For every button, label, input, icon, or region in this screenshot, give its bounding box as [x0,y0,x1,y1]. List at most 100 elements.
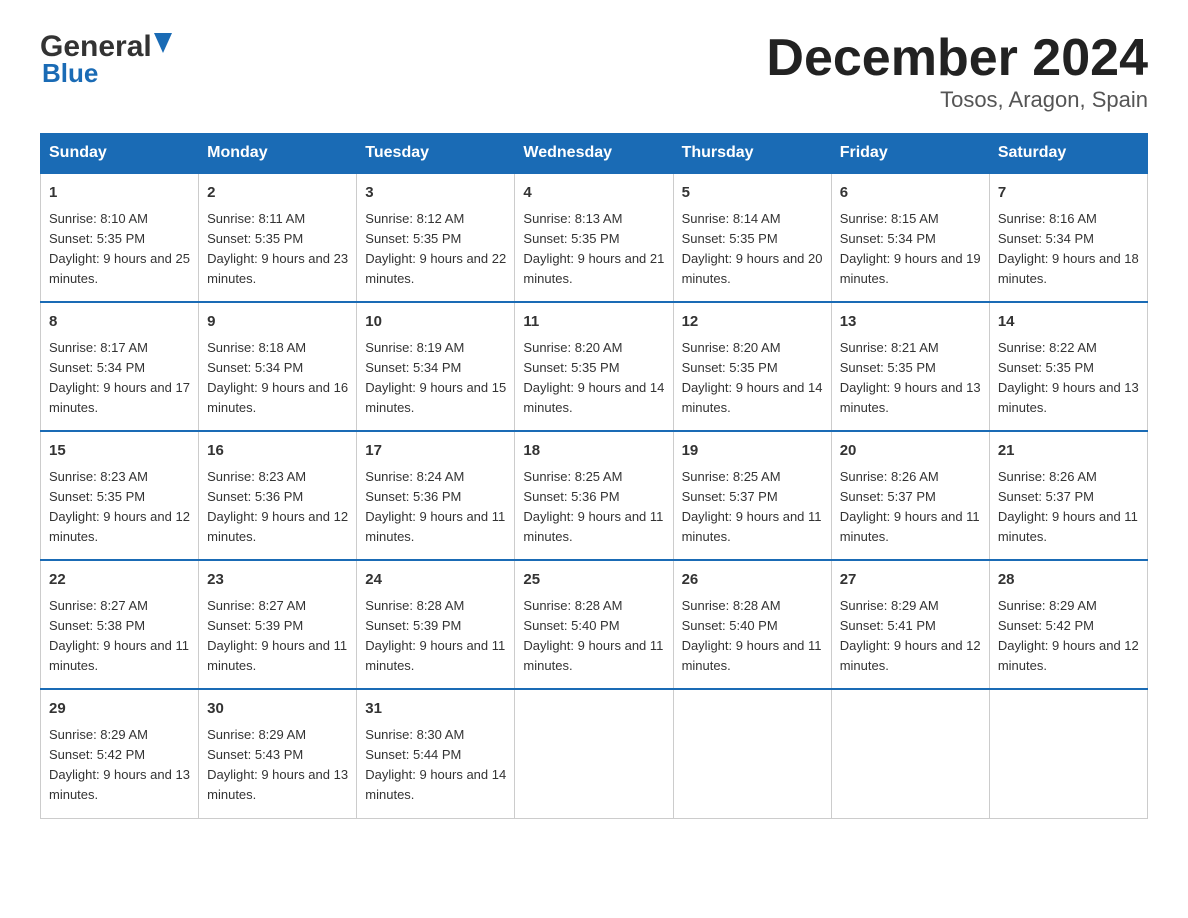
table-row: 23 Sunrise: 8:27 AMSunset: 5:39 PMDaylig… [199,560,357,689]
day-info: Sunrise: 8:23 AMSunset: 5:35 PMDaylight:… [49,469,190,544]
day-number: 13 [840,311,981,334]
table-row: 17 Sunrise: 8:24 AMSunset: 5:36 PMDaylig… [357,431,515,560]
table-row: 18 Sunrise: 8:25 AMSunset: 5:36 PMDaylig… [515,431,673,560]
table-row: 11 Sunrise: 8:20 AMSunset: 5:35 PMDaylig… [515,302,673,431]
day-info: Sunrise: 8:18 AMSunset: 5:34 PMDaylight:… [207,340,348,415]
day-info: Sunrise: 8:21 AMSunset: 5:35 PMDaylight:… [840,340,981,415]
title-block: December 2024 Tosos, Aragon, Spain [766,30,1148,113]
table-row: 24 Sunrise: 8:28 AMSunset: 5:39 PMDaylig… [357,560,515,689]
table-row: 12 Sunrise: 8:20 AMSunset: 5:35 PMDaylig… [673,302,831,431]
day-info: Sunrise: 8:27 AMSunset: 5:38 PMDaylight:… [49,598,189,673]
day-number: 25 [523,569,664,592]
day-info: Sunrise: 8:25 AMSunset: 5:37 PMDaylight:… [682,469,822,544]
header-friday: Friday [831,134,989,174]
table-row: 6 Sunrise: 8:15 AMSunset: 5:34 PMDayligh… [831,173,989,302]
header-thursday: Thursday [673,134,831,174]
calendar-title: December 2024 [766,30,1148,87]
day-number: 6 [840,182,981,205]
day-number: 10 [365,311,506,334]
table-row: 3 Sunrise: 8:12 AMSunset: 5:35 PMDayligh… [357,173,515,302]
day-info: Sunrise: 8:22 AMSunset: 5:35 PMDaylight:… [998,340,1139,415]
calendar-table: Sunday Monday Tuesday Wednesday Thursday… [40,133,1148,818]
day-number: 28 [998,569,1139,592]
day-number: 20 [840,440,981,463]
day-number: 24 [365,569,506,592]
day-number: 27 [840,569,981,592]
day-info: Sunrise: 8:24 AMSunset: 5:36 PMDaylight:… [365,469,505,544]
day-number: 29 [49,698,190,721]
day-info: Sunrise: 8:30 AMSunset: 5:44 PMDaylight:… [365,727,506,802]
day-number: 23 [207,569,348,592]
table-row: 2 Sunrise: 8:11 AMSunset: 5:35 PMDayligh… [199,173,357,302]
table-row: 10 Sunrise: 8:19 AMSunset: 5:34 PMDaylig… [357,302,515,431]
calendar-week-row: 1 Sunrise: 8:10 AMSunset: 5:35 PMDayligh… [41,173,1148,302]
table-row: 25 Sunrise: 8:28 AMSunset: 5:40 PMDaylig… [515,560,673,689]
day-number: 12 [682,311,823,334]
day-number: 2 [207,182,348,205]
calendar-week-row: 29 Sunrise: 8:29 AMSunset: 5:42 PMDaylig… [41,689,1148,818]
day-info: Sunrise: 8:28 AMSunset: 5:40 PMDaylight:… [682,598,822,673]
table-row [515,689,673,818]
table-row: 29 Sunrise: 8:29 AMSunset: 5:42 PMDaylig… [41,689,199,818]
table-row: 1 Sunrise: 8:10 AMSunset: 5:35 PMDayligh… [41,173,199,302]
table-row: 9 Sunrise: 8:18 AMSunset: 5:34 PMDayligh… [199,302,357,431]
day-number: 14 [998,311,1139,334]
table-row: 7 Sunrise: 8:16 AMSunset: 5:34 PMDayligh… [989,173,1147,302]
day-info: Sunrise: 8:28 AMSunset: 5:39 PMDaylight:… [365,598,505,673]
day-number: 11 [523,311,664,334]
day-info: Sunrise: 8:14 AMSunset: 5:35 PMDaylight:… [682,211,823,286]
table-row: 26 Sunrise: 8:28 AMSunset: 5:40 PMDaylig… [673,560,831,689]
table-row: 19 Sunrise: 8:25 AMSunset: 5:37 PMDaylig… [673,431,831,560]
logo-triangle-icon [154,33,172,58]
day-info: Sunrise: 8:29 AMSunset: 5:42 PMDaylight:… [998,598,1139,673]
table-row: 8 Sunrise: 8:17 AMSunset: 5:34 PMDayligh… [41,302,199,431]
calendar-week-row: 15 Sunrise: 8:23 AMSunset: 5:35 PMDaylig… [41,431,1148,560]
day-number: 16 [207,440,348,463]
table-row: 5 Sunrise: 8:14 AMSunset: 5:35 PMDayligh… [673,173,831,302]
day-info: Sunrise: 8:25 AMSunset: 5:36 PMDaylight:… [523,469,663,544]
day-info: Sunrise: 8:11 AMSunset: 5:35 PMDaylight:… [207,211,348,286]
day-number: 4 [523,182,664,205]
day-info: Sunrise: 8:20 AMSunset: 5:35 PMDaylight:… [523,340,664,415]
day-info: Sunrise: 8:10 AMSunset: 5:35 PMDaylight:… [49,211,190,286]
table-row [989,689,1147,818]
day-number: 19 [682,440,823,463]
header-wednesday: Wednesday [515,134,673,174]
logo: General Blue [40,30,172,89]
calendar-week-row: 22 Sunrise: 8:27 AMSunset: 5:38 PMDaylig… [41,560,1148,689]
day-info: Sunrise: 8:16 AMSunset: 5:34 PMDaylight:… [998,211,1139,286]
day-number: 15 [49,440,190,463]
day-number: 8 [49,311,190,334]
day-info: Sunrise: 8:20 AMSunset: 5:35 PMDaylight:… [682,340,823,415]
day-number: 30 [207,698,348,721]
day-number: 5 [682,182,823,205]
day-info: Sunrise: 8:27 AMSunset: 5:39 PMDaylight:… [207,598,347,673]
table-row: 16 Sunrise: 8:23 AMSunset: 5:36 PMDaylig… [199,431,357,560]
table-row [673,689,831,818]
day-info: Sunrise: 8:23 AMSunset: 5:36 PMDaylight:… [207,469,348,544]
table-row: 27 Sunrise: 8:29 AMSunset: 5:41 PMDaylig… [831,560,989,689]
table-row: 31 Sunrise: 8:30 AMSunset: 5:44 PMDaylig… [357,689,515,818]
header-tuesday: Tuesday [357,134,515,174]
day-info: Sunrise: 8:19 AMSunset: 5:34 PMDaylight:… [365,340,506,415]
day-number: 21 [998,440,1139,463]
day-number: 7 [998,182,1139,205]
calendar-week-row: 8 Sunrise: 8:17 AMSunset: 5:34 PMDayligh… [41,302,1148,431]
weekday-header-row: Sunday Monday Tuesday Wednesday Thursday… [41,134,1148,174]
day-info: Sunrise: 8:26 AMSunset: 5:37 PMDaylight:… [998,469,1138,544]
day-number: 1 [49,182,190,205]
day-info: Sunrise: 8:12 AMSunset: 5:35 PMDaylight:… [365,211,506,286]
table-row: 20 Sunrise: 8:26 AMSunset: 5:37 PMDaylig… [831,431,989,560]
table-row: 14 Sunrise: 8:22 AMSunset: 5:35 PMDaylig… [989,302,1147,431]
header-sunday: Sunday [41,134,199,174]
calendar-subtitle: Tosos, Aragon, Spain [766,87,1148,113]
day-number: 9 [207,311,348,334]
table-row: 13 Sunrise: 8:21 AMSunset: 5:35 PMDaylig… [831,302,989,431]
day-info: Sunrise: 8:28 AMSunset: 5:40 PMDaylight:… [523,598,663,673]
day-info: Sunrise: 8:13 AMSunset: 5:35 PMDaylight:… [523,211,664,286]
day-number: 17 [365,440,506,463]
page-header: General Blue December 2024 Tosos, Aragon… [40,30,1148,113]
day-number: 3 [365,182,506,205]
table-row: 15 Sunrise: 8:23 AMSunset: 5:35 PMDaylig… [41,431,199,560]
table-row: 22 Sunrise: 8:27 AMSunset: 5:38 PMDaylig… [41,560,199,689]
